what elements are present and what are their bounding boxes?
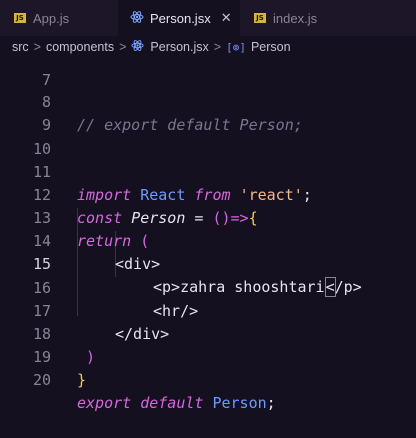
tab-bar: JS App.js Person.jsx ✕ JS index.js — [0, 0, 416, 36]
code-line: 13 return ( — [0, 184, 416, 250]
code-line: 12 const Person = ()=>{ — [0, 161, 416, 227]
line-number: 20 — [32, 371, 51, 389]
tab-label: index.js — [273, 10, 318, 26]
code-line: 19 } — [0, 323, 416, 389]
close-icon[interactable]: ✕ — [221, 10, 232, 26]
code-line: 7 — [0, 46, 416, 89]
js-file-icon: JS — [14, 13, 26, 23]
tab-app-js[interactable]: JS App.js — [0, 0, 112, 36]
bracket: } — [77, 371, 87, 389]
code-line: 14 <div> — [0, 207, 416, 273]
keyword: export — [77, 394, 132, 412]
code-editor[interactable]: 7 8 // export default Person; 9 10 11 im… — [0, 58, 416, 426]
code-line: 10 — [0, 115, 416, 158]
tab-label: App.js — [33, 10, 70, 26]
code-line: 15 <p>zahra shooshtari</p> — [0, 230, 416, 297]
code-line: 8 // export default Person; — [0, 68, 416, 134]
code-line: 17 </div> — [0, 277, 416, 343]
tab-label: Person.jsx — [150, 10, 211, 26]
code-line: 9 — [0, 91, 416, 134]
tab-person-jsx[interactable]: Person.jsx ✕ — [118, 0, 240, 36]
code-line: 20 export default Person; — [0, 346, 416, 412]
code-line: 16 <hr/> — [0, 254, 416, 320]
react-icon — [130, 10, 144, 27]
code-line: 11 import React from 'react'; — [0, 138, 416, 204]
code-line: 18 ) — [0, 300, 416, 366]
punctuation: ; — [266, 394, 276, 412]
js-file-icon: JS — [254, 13, 266, 23]
keyword: default — [140, 394, 204, 412]
identifier: Person — [212, 394, 267, 412]
tab-index-js[interactable]: JS index.js — [242, 0, 352, 36]
